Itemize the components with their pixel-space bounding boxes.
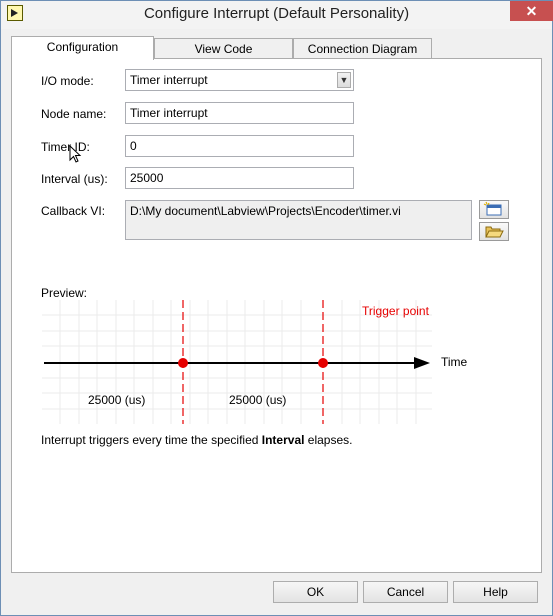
timer-id-field[interactable]: 0 [125, 135, 354, 157]
description-text: Interrupt triggers every time the specif… [41, 433, 352, 447]
trigger-point-2 [318, 358, 328, 368]
preview-label: Preview: [41, 286, 88, 300]
tab-connection-diagram[interactable]: Connection Diagram [293, 38, 432, 60]
trigger-point-label: Trigger point [362, 304, 429, 318]
cancel-button[interactable]: Cancel [363, 581, 448, 603]
io-mode-label: I/O mode: [41, 74, 94, 88]
browse-button[interactable] [479, 222, 509, 241]
io-mode-select[interactable]: Timer interrupt ▼ [125, 69, 354, 91]
ok-button[interactable]: OK [273, 581, 358, 603]
interval-field[interactable]: 25000 [125, 167, 354, 189]
io-mode-value: Timer interrupt [130, 73, 208, 87]
folder-open-icon [485, 226, 504, 238]
help-button[interactable]: Help [453, 581, 538, 603]
interval-label-1: 25000 (us) [88, 393, 146, 407]
tab-configuration[interactable]: Configuration [11, 36, 154, 60]
trigger-point-1 [178, 358, 188, 368]
window-title: Configure Interrupt (Default Personality… [143, 5, 410, 22]
tab-view-code[interactable]: View Code [154, 38, 293, 60]
node-name-label: Node name: [41, 107, 107, 121]
new-vi-icon [483, 201, 502, 216]
callback-vi-path[interactable]: D:\My document\Labview\Projects\Encoder\… [125, 200, 472, 240]
new-vi-button[interactable] [479, 200, 509, 219]
close-button[interactable]: ✕ [510, 1, 553, 21]
mouse-pointer-icon [69, 145, 82, 163]
interval-label-2: 25000 (us) [229, 393, 287, 407]
preview-diagram: Trigger point 25000 (us) 25000 (us) [42, 300, 432, 424]
description-bold: Interval [261, 433, 305, 447]
time-axis-label: Time [441, 355, 468, 369]
node-name-field[interactable]: Timer interrupt [125, 102, 354, 124]
configure-interrupt-dialog: Configure Interrupt (Default Personality… [0, 0, 553, 616]
description-before: Interrupt triggers every time the specif… [41, 433, 262, 447]
interval-label: Interval (us): [41, 172, 108, 186]
title-bar: Configure Interrupt (Default Personality… [1, 1, 553, 29]
callback-vi-label: Callback VI: [41, 204, 106, 218]
chevron-down-icon[interactable]: ▼ [337, 72, 351, 88]
description-after: elapses. [304, 433, 353, 447]
time-axis-arrow [414, 357, 430, 369]
